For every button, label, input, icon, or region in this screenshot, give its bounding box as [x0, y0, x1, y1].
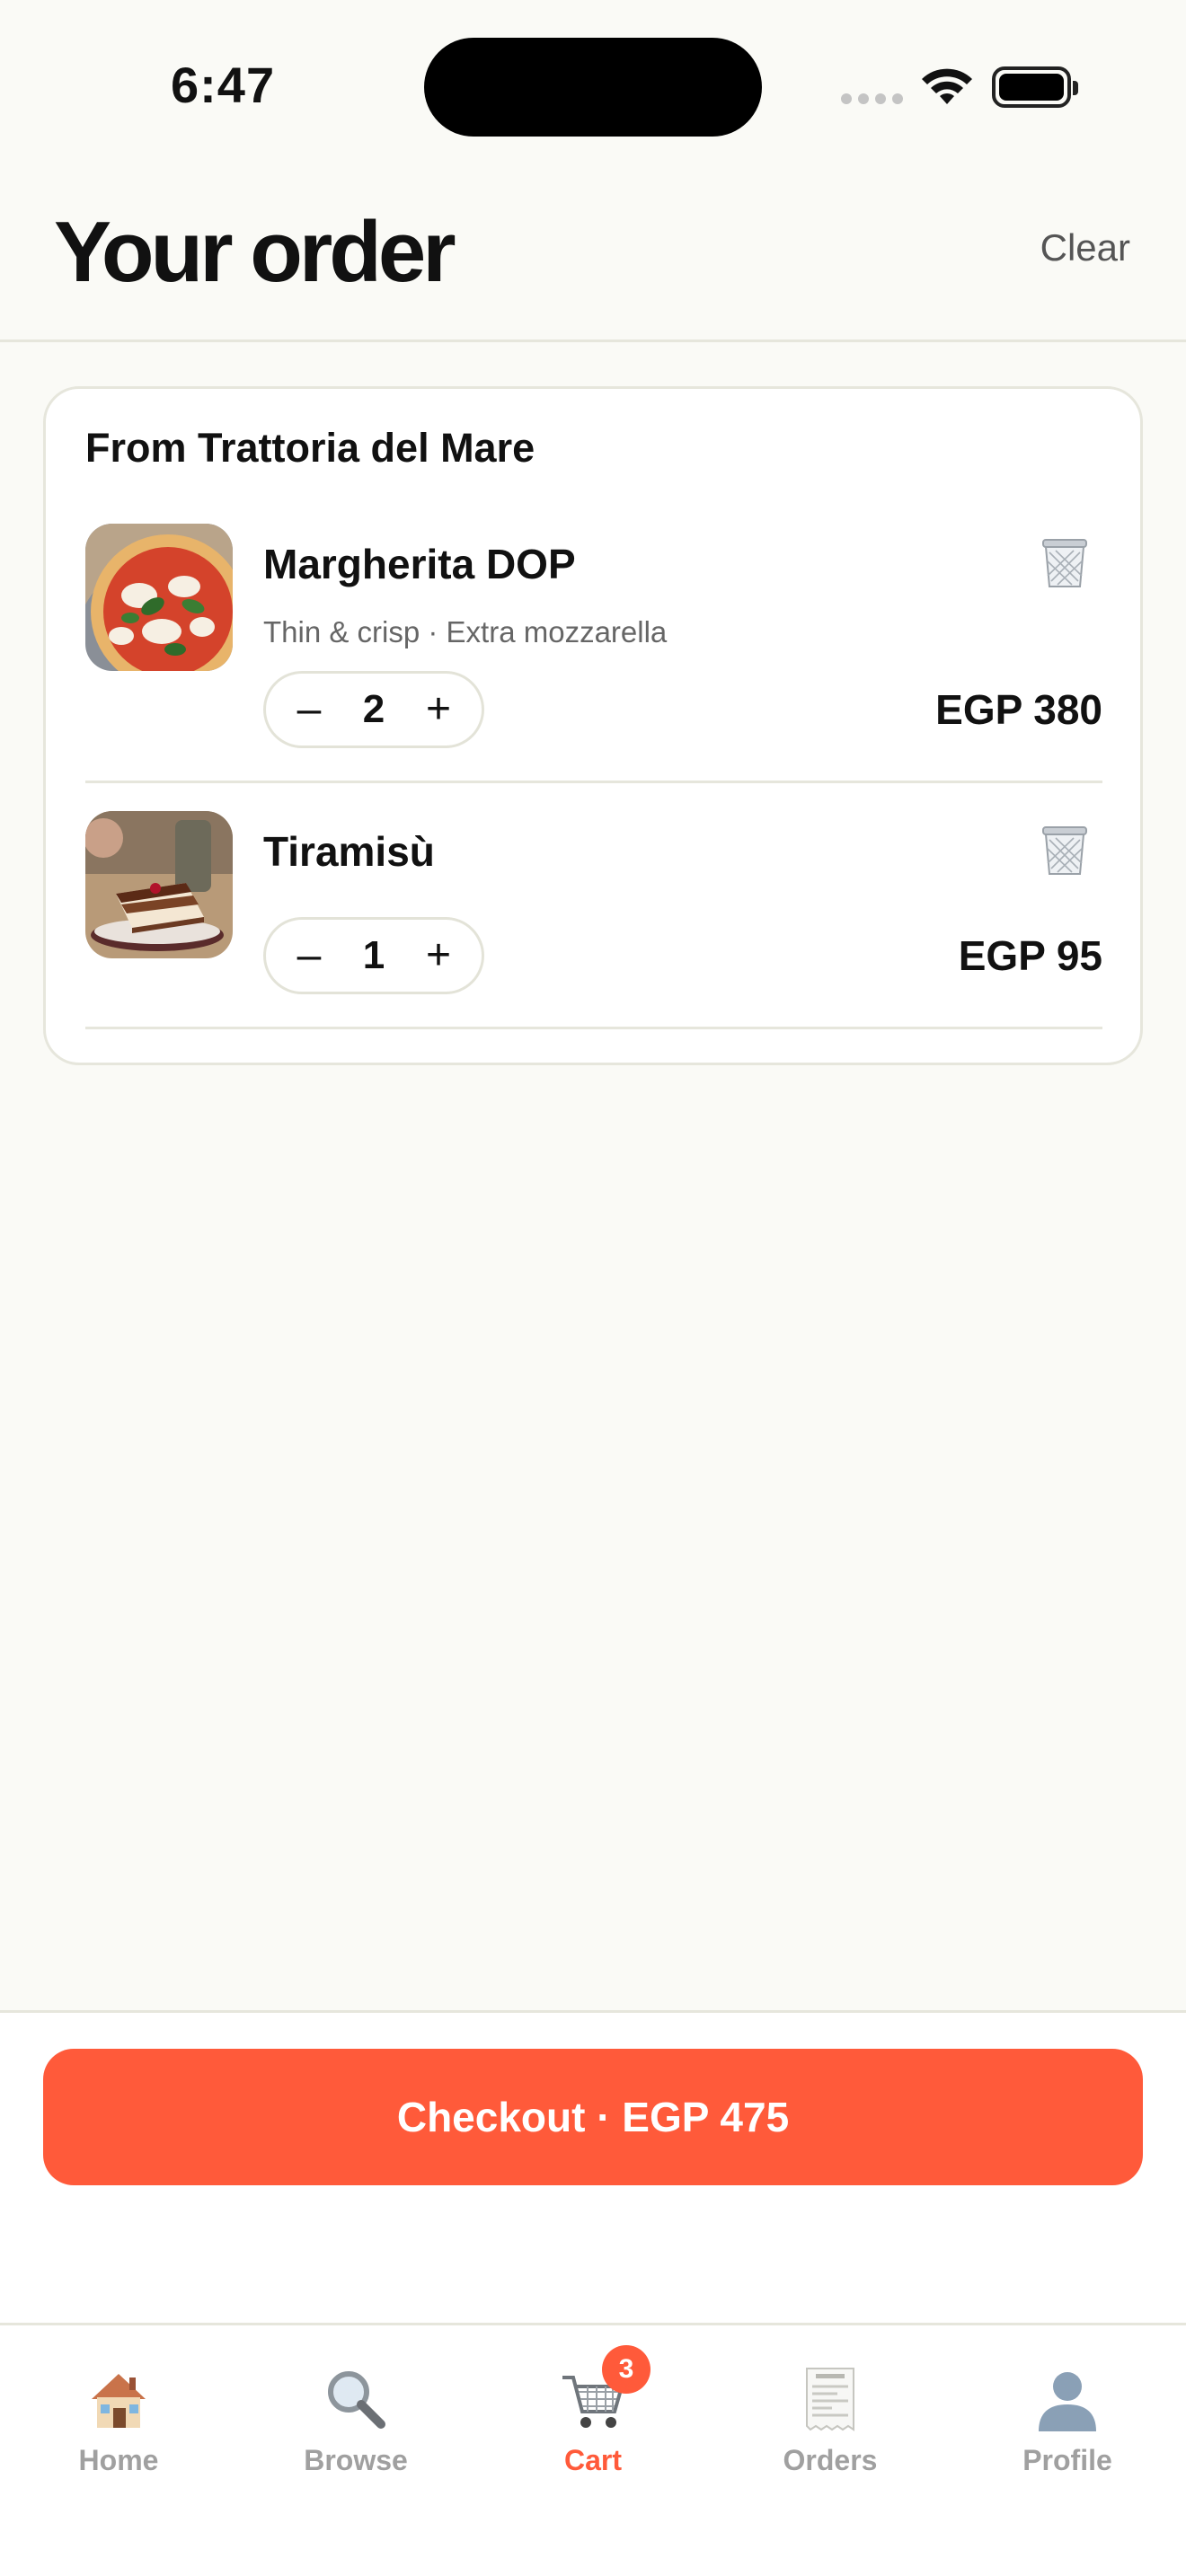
item-divider	[85, 781, 1102, 783]
increment-button[interactable]: +	[420, 688, 456, 731]
receipt-icon	[796, 2365, 864, 2433]
tab-label: Cart	[563, 2444, 622, 2476]
tab-label: Browse	[304, 2444, 408, 2476]
tab-profile[interactable]: Profile	[949, 2325, 1186, 2505]
tab-cart[interactable]: 3 Cart	[474, 2325, 712, 2505]
quantity-stepper: – 1 +	[263, 917, 484, 994]
tab-orders[interactable]: Orders	[712, 2325, 949, 2505]
cart-icon: 3	[559, 2345, 651, 2433]
checkout-bar: Checkout · EGP 475	[0, 2010, 1186, 2323]
quantity-stepper: – 2 +	[263, 671, 484, 748]
checkout-button[interactable]: Checkout · EGP 475	[43, 2049, 1143, 2185]
decrement-button[interactable]: –	[291, 688, 327, 731]
house-icon	[84, 2365, 153, 2433]
cart-badge: 3	[602, 2345, 651, 2394]
header-divider	[0, 340, 1186, 342]
cart-item: Margherita DOP Thin & crisp · Extra mozz…	[85, 524, 1102, 793]
tab-browse[interactable]: Browse	[237, 2325, 474, 2505]
pizza-photo	[85, 524, 233, 671]
tab-label: Profile	[1022, 2444, 1112, 2476]
item-name: Margherita DOP	[263, 541, 576, 587]
status-bar: 6:47	[0, 0, 1186, 171]
status-time: 6:47	[171, 57, 276, 113]
magnifier-icon	[322, 2365, 390, 2433]
item-divider	[85, 1027, 1102, 1029]
clear-button[interactable]: Clear	[1040, 226, 1130, 269]
quantity-value: 1	[362, 933, 385, 977]
item-options: Thin & crisp · Extra mozzarella	[263, 615, 668, 648]
tab-label: Orders	[783, 2444, 878, 2476]
tiramisu-photo	[85, 811, 233, 958]
cart-card: From Trattoria del Mare Margherita DOP T…	[43, 386, 1143, 1065]
item-price: EGP 380	[935, 686, 1102, 733]
tab-bar: Home Browse 3 Cart Orders Profile	[0, 2323, 1186, 2576]
tab-home[interactable]: Home	[0, 2325, 237, 2505]
item-price: EGP 95	[958, 932, 1102, 979]
trash-icon[interactable]	[1036, 534, 1093, 592]
page-title: Your order	[54, 204, 456, 300]
tab-label: Home	[78, 2444, 159, 2476]
quantity-value: 2	[362, 687, 385, 731]
signal-icon	[841, 93, 903, 104]
wifi-icon	[922, 68, 972, 104]
dynamic-island	[424, 38, 762, 137]
person-icon	[1033, 2365, 1102, 2433]
item-name: Tiramisù	[263, 828, 435, 875]
decrement-button[interactable]: –	[291, 934, 327, 977]
battery-icon	[992, 66, 1078, 108]
trash-icon[interactable]	[1036, 822, 1093, 879]
cart-item: Tiramisù – 1 + EGP 95	[85, 811, 1102, 1045]
restaurant-name: From Trattoria del Mare	[85, 425, 535, 471]
increment-button[interactable]: +	[420, 934, 456, 977]
